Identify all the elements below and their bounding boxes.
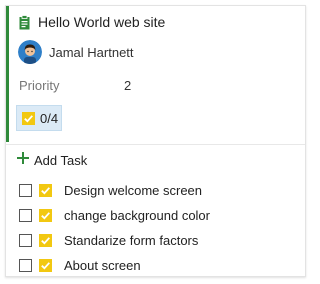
work-item-card[interactable]: Hello World web site Jamal Hartnett Prio… (5, 5, 306, 277)
title-row[interactable]: Hello World web site (19, 14, 165, 30)
task-title[interactable]: change background color (64, 208, 210, 223)
assignee-name: Jamal Hartnett (49, 44, 134, 60)
task-checkbox[interactable] (19, 234, 32, 247)
task-icon (39, 184, 52, 197)
priority-field: Priority 2 (19, 78, 131, 93)
task-checkbox[interactable] (19, 259, 32, 272)
task-row[interactable]: Standarize form factors (19, 228, 210, 253)
clipboard-icon (19, 14, 30, 30)
avatar (18, 40, 42, 64)
task-row[interactable]: About screen (19, 253, 210, 278)
task-checkbox[interactable] (19, 209, 32, 222)
task-title[interactable]: Standarize form factors (64, 233, 198, 248)
divider (6, 144, 305, 145)
card-header: Hello World web site Jamal Hartnett Prio… (6, 6, 305, 142)
task-progress-chip[interactable]: 0/4 (16, 105, 62, 131)
priority-value[interactable]: 2 (124, 78, 131, 93)
task-checkbox[interactable] (19, 184, 32, 197)
task-title[interactable]: About screen (64, 258, 141, 273)
add-task-button[interactable]: Add Task (17, 151, 87, 169)
task-row[interactable]: Design welcome screen (19, 178, 210, 203)
task-icon (39, 234, 52, 247)
task-progress-text: 0/4 (40, 110, 59, 126)
priority-label: Priority (19, 78, 60, 93)
task-check-icon (22, 111, 35, 125)
task-title[interactable]: Design welcome screen (64, 183, 202, 198)
card-title[interactable]: Hello World web site (38, 14, 165, 30)
task-row[interactable]: change background color (19, 203, 210, 228)
task-icon (39, 259, 52, 272)
add-task-label: Add Task (34, 152, 88, 168)
task-icon (39, 209, 52, 222)
plus-icon (17, 151, 29, 169)
assignee[interactable]: Jamal Hartnett (18, 40, 134, 64)
task-list: Design welcome screen change background … (19, 178, 210, 278)
